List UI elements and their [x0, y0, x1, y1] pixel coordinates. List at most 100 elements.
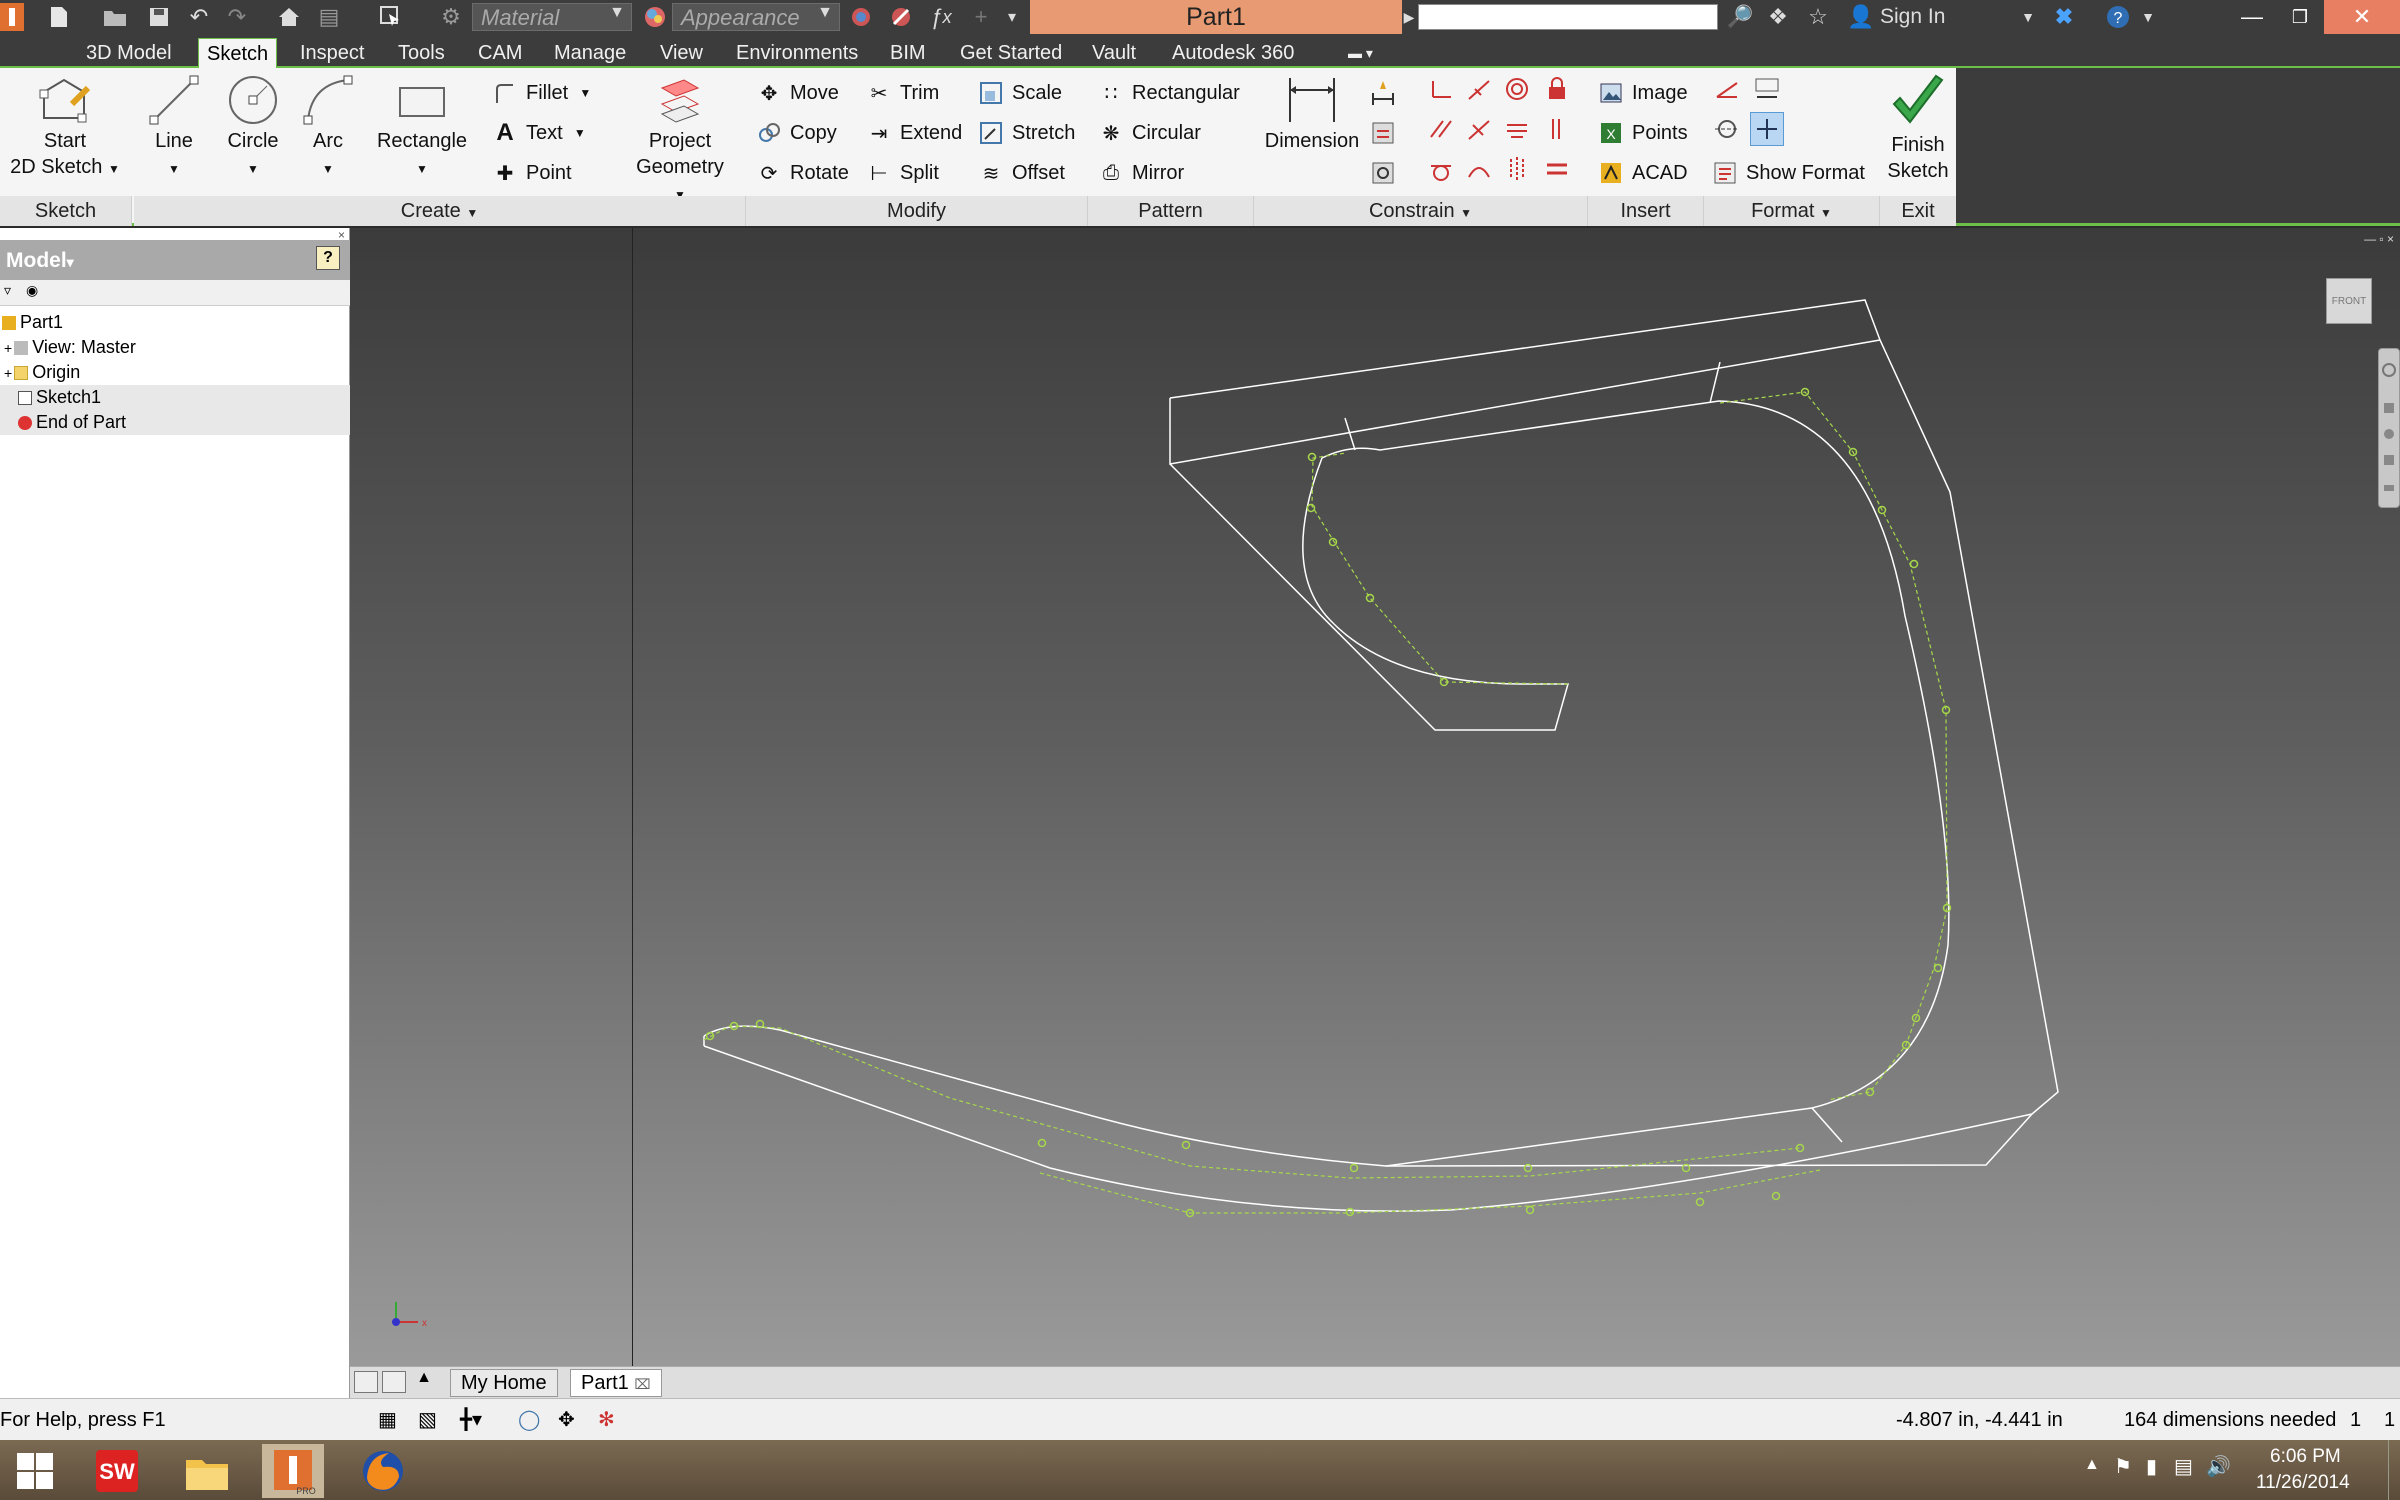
help-icon[interactable]: ? [2102, 3, 2134, 31]
tab-get-started[interactable]: Get Started [952, 38, 1070, 68]
line-button[interactable]: Line ▼ [140, 70, 208, 182]
filter-icon[interactable]: ▿ [4, 282, 11, 299]
tree-item-part1[interactable]: Part1 [0, 310, 350, 335]
fix-constraint-icon[interactable] [1540, 72, 1574, 106]
show-hidden-icons[interactable]: ▲ [2084, 1456, 2100, 1474]
concentric-constraint-icon[interactable] [1500, 72, 1534, 106]
construction-icon[interactable] [1710, 72, 1744, 106]
tab-my-home[interactable]: My Home [450, 1369, 558, 1397]
show-desktop-button[interactable] [2388, 1440, 2400, 1500]
file-explorer-icon[interactable] [176, 1444, 238, 1498]
chevron-down-icon[interactable]: ▼ [2018, 3, 2038, 31]
parameters-fx-icon[interactable]: ƒx [926, 3, 956, 31]
windows-start-icon[interactable] [4, 1444, 66, 1498]
open-icon[interactable] [100, 3, 130, 31]
panel-label-create[interactable]: Create ▼ [134, 196, 746, 226]
chevron-down-icon[interactable]: ▼ [2138, 3, 2158, 31]
redo-icon[interactable]: ↷ [222, 3, 252, 31]
restore-icon[interactable]: ❐ [2276, 0, 2324, 34]
browser-header[interactable]: Model▾ ? [0, 240, 350, 280]
grid-icon[interactable]: ▦ [378, 1407, 397, 1432]
new-icon[interactable] [44, 3, 74, 31]
rectangle-button[interactable]: Rectangle ▼ [372, 70, 472, 182]
arc-button[interactable]: Arc ▼ [298, 70, 358, 182]
add-icon[interactable]: + [966, 3, 996, 31]
tile-windows-icon[interactable] [382, 1371, 406, 1393]
chevron-right-icon[interactable]: ▶ [1402, 3, 1416, 31]
sign-in-link[interactable]: Sign In [1880, 3, 2000, 31]
insert-points-button[interactable]: X Points [1598, 120, 1688, 146]
view-face-icon[interactable]: ◯ [518, 1407, 540, 1432]
minimize-icon[interactable]: — [2228, 0, 2276, 34]
tab-environments[interactable]: Environments [728, 38, 866, 68]
user-icon[interactable]: 👤 [1846, 3, 1876, 31]
horizontal-constraint-icon[interactable] [1500, 112, 1534, 146]
insert-image-button[interactable]: Image [1598, 80, 1688, 106]
app-menu-button[interactable] [0, 3, 24, 31]
close-icon[interactable]: ⌧ [634, 1376, 650, 1392]
tab-autodesk-360[interactable]: Autodesk 360 [1164, 38, 1302, 68]
dimension-toggle-icon[interactable]: ╋▾ [460, 1407, 482, 1432]
offset-button[interactable]: ≋ Offset [978, 160, 1065, 186]
close-icon[interactable]: ✕ [2324, 0, 2400, 34]
tab-cam[interactable]: CAM [470, 38, 530, 68]
network-icon[interactable]: ▤ [2174, 1454, 2193, 1479]
show-constraints-icon[interactable] [1366, 116, 1400, 150]
subscription-icon[interactable]: ❖ [1762, 3, 1794, 31]
tree-item-view-master[interactable]: + View: Master [0, 335, 350, 360]
show-format-button[interactable]: Show Format [1712, 160, 1865, 186]
clear-appearance-icon[interactable] [886, 3, 916, 31]
circle-button[interactable]: Circle ▼ [220, 70, 286, 182]
appearance-ball-icon[interactable] [640, 3, 670, 31]
tab-bim[interactable]: BIM [882, 38, 934, 68]
ribbon-options-icon[interactable]: ▬ ▾ [1340, 38, 1381, 68]
point-button[interactable]: ✚ Point [492, 160, 572, 186]
finish-sketch-button[interactable]: Finish Sketch [1886, 70, 1950, 184]
scale-button[interactable]: Scale [978, 80, 1062, 106]
panel-label-constrain[interactable]: Constrain ▼ [1254, 196, 1588, 226]
tangent-constraint-icon[interactable] [1424, 152, 1458, 186]
sketch-settings-icon[interactable]: ▧ [418, 1407, 437, 1432]
rotate-button[interactable]: ⟳ Rotate [756, 160, 849, 186]
circular-pattern-button[interactable]: ❋ Circular [1098, 120, 1201, 146]
center-point-icon[interactable] [1750, 112, 1784, 146]
settings-gear-icon[interactable]: ⚙ [436, 3, 466, 31]
clock-time[interactable]: 6:06 PM [2270, 1446, 2341, 1468]
document-list-icon[interactable]: ▲ [412, 1369, 436, 1393]
auto-dimension-icon[interactable] [1366, 76, 1400, 110]
project-geometry-button[interactable]: Project Geometry ▼ [628, 70, 732, 208]
expand-plus-icon[interactable]: + [4, 340, 12, 356]
driven-dimension-icon[interactable] [1750, 72, 1784, 106]
copy-button[interactable]: Copy [756, 120, 837, 146]
sketch-canvas[interactable]: x [350, 228, 2400, 1366]
smooth-constraint-icon[interactable] [1462, 152, 1496, 186]
symmetric-constraint-icon[interactable] [1500, 152, 1534, 186]
inventor-taskbar-icon[interactable]: PRO [262, 1444, 324, 1498]
coincident-constraint-icon[interactable] [1424, 72, 1458, 106]
tree-item-end-of-part[interactable]: End of Part [0, 410, 350, 435]
exchange-apps-icon[interactable]: ✖ [2048, 3, 2080, 31]
collinear-constraint-icon[interactable] [1462, 72, 1496, 106]
search-binoculars-icon[interactable]: 🔎 [1724, 3, 1756, 31]
power-icon[interactable]: ▮ [2146, 1454, 2157, 1479]
help-search-input[interactable] [1418, 4, 1718, 30]
equal-constraint-icon[interactable] [1540, 152, 1574, 186]
favorites-star-icon[interactable]: ☆ [1802, 3, 1834, 31]
tab-part1[interactable]: Part1 ⌧ [570, 1369, 662, 1397]
material-dropdown[interactable]: Material ▼ [472, 3, 632, 31]
extend-button[interactable]: ⇥ Extend [866, 120, 963, 146]
tree-item-sketch1[interactable]: Sketch1 [0, 385, 350, 410]
split-button[interactable]: ⊢ Split [866, 160, 939, 186]
rectangular-pattern-button[interactable]: ∷ Rectangular [1098, 80, 1240, 106]
tab-tools[interactable]: Tools [390, 38, 453, 68]
tab-inspect[interactable]: Inspect [292, 38, 372, 68]
expand-plus-icon[interactable]: + [4, 365, 12, 381]
stretch-button[interactable]: Stretch [978, 120, 1075, 146]
insert-acad-button[interactable]: ACAD [1598, 160, 1688, 186]
tab-3d-model[interactable]: 3D Model [78, 38, 180, 68]
flag-icon[interactable]: ⚑ [2114, 1454, 2132, 1479]
centerline-icon[interactable] [1710, 112, 1744, 146]
vertical-constraint-icon[interactable] [1540, 112, 1574, 146]
select-icon[interactable] [376, 3, 406, 31]
tab-manage[interactable]: Manage [546, 38, 634, 68]
